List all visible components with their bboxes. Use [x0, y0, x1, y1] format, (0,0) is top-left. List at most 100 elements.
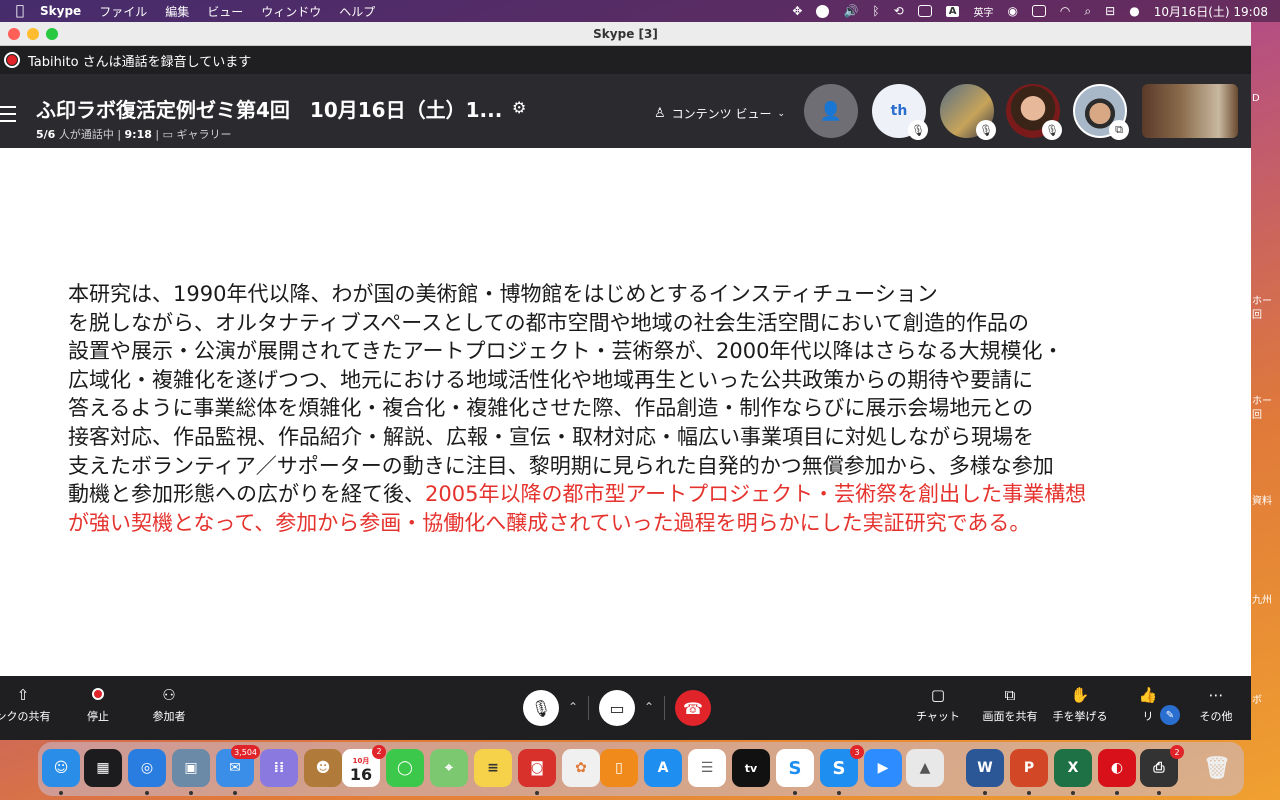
excel-icon[interactable]: X — [1054, 749, 1092, 787]
desktop-item-label[interactable]: 回 — [1252, 306, 1262, 321]
printer-icon[interactable]: ⎙ 2 — [1140, 745, 1184, 787]
word-icon[interactable]: W — [966, 749, 1004, 787]
time-machine-icon[interactable]: ⟲ — [894, 4, 904, 18]
raise-hand-button[interactable]: ✋ 手を挙げる — [1045, 686, 1115, 724]
mail-icon[interactable]: ✉ 3,504 — [216, 745, 260, 787]
siri-icon[interactable]: ● — [1129, 4, 1139, 18]
participant-avatar[interactable]: th 🎙 — [872, 84, 928, 140]
muted-mic-icon: 🎙 — [976, 120, 996, 140]
battery-icon[interactable] — [917, 5, 932, 17]
notes-icon[interactable]: ≡ — [474, 749, 512, 787]
camera-button[interactable]: ▭ — [599, 690, 635, 726]
skype-icon[interactable]: S — [776, 749, 814, 787]
books-icon[interactable]: ▯ — [600, 749, 638, 787]
participant-avatar[interactable]: 🎙 — [940, 84, 996, 140]
input-method-label[interactable]: 英字 — [973, 4, 993, 19]
divider — [588, 696, 589, 720]
dropbox-icon[interactable]: ✥ — [792, 4, 802, 18]
desktop-item-label[interactable]: 資料 — [1252, 492, 1272, 507]
zoom-icon[interactable]: ▶ — [864, 749, 902, 787]
safari-icon[interactable]: ◎ — [128, 749, 166, 787]
mission-control-icon[interactable]: ▦ — [84, 749, 122, 787]
reminders-icon[interactable]: ☰ — [688, 749, 726, 787]
participants-button[interactable]: ⚇ 参加者 — [134, 686, 204, 724]
menu-bar:  Skype ファイル 編集 ビュー ウィンドウ ヘルプ ✥ 🔊 ᛒ ⟲ A … — [0, 0, 1280, 22]
hamburger-menu-icon[interactable] — [0, 106, 16, 127]
messages-icon[interactable]: ◯ — [386, 749, 424, 787]
check-icon[interactable] — [816, 4, 830, 18]
calendar-icon[interactable]: 10月 16 2 — [342, 745, 386, 787]
desktop-item-label[interactable]: ホー — [1252, 292, 1272, 307]
powerpoint-icon[interactable]: P — [1010, 749, 1048, 787]
slide-line: を脱しながら、オルタナティブスペースとしての都市空間や地域の社会生活空間において… — [68, 310, 1029, 335]
apple-tv-icon[interactable]: tv — [732, 749, 770, 787]
pin-icon: ♙ — [654, 106, 666, 121]
participant-avatar[interactable]: 🎙 — [1006, 84, 1062, 140]
menu-help[interactable]: ヘルプ — [339, 3, 375, 20]
volume-icon[interactable]: 🔊 — [843, 4, 858, 18]
trash-icon[interactable]: 🗑 — [1198, 749, 1236, 787]
mic-options-chevron-icon[interactable]: ⌃ — [568, 700, 578, 714]
input-method-icon[interactable]: A — [945, 5, 960, 17]
photo-booth-icon[interactable]: ◙ — [518, 749, 556, 787]
camera-options-chevron-icon[interactable]: ⌃ — [644, 700, 654, 714]
menu-file[interactable]: ファイル — [99, 3, 147, 20]
participant-video[interactable] — [1142, 84, 1238, 138]
menu-window[interactable]: ウィンドウ — [261, 3, 321, 20]
spotlight-search-icon[interactable]: ⌕ — [1084, 4, 1091, 19]
antivirus-icon[interactable]: ◐ — [1098, 749, 1136, 787]
chat-button[interactable]: ▢ チャット — [903, 686, 973, 724]
share-screen-button[interactable]: ⧉ 画面を共有 — [975, 686, 1045, 724]
photos-icon[interactable]: ✿ — [562, 749, 600, 787]
apple-menu-icon[interactable]:  — [0, 3, 40, 19]
add-participant-button[interactable]: 👤 — [804, 84, 858, 138]
slide-text-black: 動機と参加形態への広がりを経て後、 — [68, 482, 425, 507]
more-button[interactable]: ⋯ その他 — [1181, 686, 1251, 724]
app-store-icon[interactable]: A — [644, 749, 682, 787]
call-duration-sep: | — [155, 128, 160, 141]
participant-avatar[interactable]: ⧉ — [1073, 84, 1129, 140]
running-indicator — [189, 791, 193, 795]
recording-banner: Tabihito さんは通話を録音しています — [0, 46, 1251, 74]
end-call-button[interactable]: ☎ — [675, 690, 711, 726]
content-view-dropdown[interactable]: ♙ コンテンツ ビュー ⌄ — [654, 105, 785, 122]
user-icon[interactable]: ◉ — [1007, 4, 1017, 18]
slide-line: 本研究は、1990年代以降、わが国の美術館・博物館をはじめとするインスティチュー… — [68, 282, 938, 306]
view-mode[interactable]: ギャラリー — [177, 128, 232, 141]
stop-recording-button[interactable]: 停止 — [63, 686, 133, 724]
skype-alt-icon[interactable]: S3 — [820, 745, 864, 787]
menubar-clock[interactable]: 10月16日(土) 19:08 — [1154, 3, 1268, 20]
keyboard-icon[interactable] — [1031, 5, 1046, 17]
desktop-item-label[interactable]: ホー — [1252, 392, 1272, 407]
slide-text-highlight: が強い契機となって、参加から参画・協働化へ醸成されていった過程を明らかにした実証… — [68, 510, 1031, 535]
menu-edit[interactable]: 編集 — [165, 3, 189, 20]
control-center-icon[interactable]: ⊟ — [1105, 4, 1115, 18]
bluetooth-icon[interactable]: ᛒ — [872, 4, 879, 18]
desktop-item-label[interactable]: ボ — [1252, 691, 1262, 706]
contacts-icon[interactable]: ☻ — [304, 749, 342, 787]
more-dots-icon: ⋯ — [1208, 686, 1224, 704]
preview-icon[interactable]: ▣ — [172, 749, 210, 787]
finder-icon[interactable]: ☺ — [42, 749, 80, 787]
wifi-icon[interactable]: ◠ — [1060, 4, 1070, 18]
desktop-item-label[interactable]: D — [1252, 93, 1260, 104]
desktop-item-label[interactable]: 回 — [1252, 406, 1262, 421]
menu-app-name[interactable]: Skype — [40, 4, 81, 18]
prism-icon[interactable]: ▲ — [906, 749, 944, 787]
running-indicator — [145, 791, 149, 795]
microphone-button[interactable]: 🎙 — [523, 690, 559, 726]
share-link-button[interactable]: ⇧ ンクの共有 — [0, 686, 58, 724]
microphone-icon: 🎙 — [530, 698, 552, 718]
maps-icon[interactable]: ⌖ — [430, 749, 468, 787]
edit-reaction-icon[interactable]: ✎ — [1160, 705, 1180, 725]
shared-screen: 本研究は、1990年代以降、わが国の美術館・博物館をはじめとするインスティチュー… — [0, 148, 1251, 676]
settings-gear-icon[interactable]: ⚙ — [512, 98, 526, 117]
desktop-item-label[interactable]: 九州 — [1252, 591, 1272, 606]
chat-label: チャット — [916, 710, 960, 723]
more-label: その他 — [1199, 710, 1233, 723]
running-indicator — [535, 791, 539, 795]
slide-line: 設置や展示・公演が展開されてきたアートプロジェクト・芸術祭が、2000年代以降は… — [68, 339, 1064, 364]
launchpad-icon[interactable]: ⁞⁞ — [260, 749, 298, 787]
window-titlebar[interactable]: Skype [3] — [0, 22, 1251, 46]
menu-view[interactable]: ビュー — [207, 3, 243, 20]
